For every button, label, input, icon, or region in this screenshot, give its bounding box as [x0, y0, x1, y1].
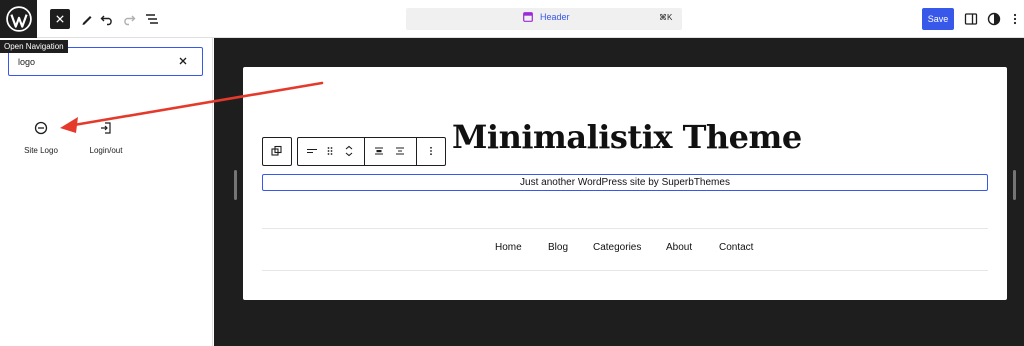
select-parent-button[interactable]: [270, 144, 284, 158]
toolbar-divider: [416, 138, 417, 165]
resize-handle-right[interactable]: [1013, 170, 1016, 200]
drag-handle-icon: [327, 147, 333, 155]
more-vertical-icon: [1013, 13, 1017, 25]
move-up-down-button[interactable]: [342, 144, 356, 158]
tools-button[interactable]: [78, 10, 96, 28]
block-item-login-out[interactable]: Login/out: [78, 114, 134, 158]
login-icon: [101, 122, 111, 134]
command-palette-label: Header: [540, 12, 570, 22]
pencil-icon: [82, 16, 92, 25]
nav-link-blog[interactable]: Blog: [548, 242, 568, 253]
undo-button[interactable]: [98, 10, 116, 28]
styles-button[interactable]: [985, 10, 1003, 28]
command-shortcut: ⌘K: [659, 13, 673, 22]
separator: [262, 270, 988, 271]
block-search-value: logo: [18, 57, 36, 67]
toolbar-divider: [364, 138, 365, 165]
more-vertical-icon: [430, 146, 432, 156]
undo-icon: [100, 15, 112, 26]
justify-center-icon: [375, 147, 383, 155]
block-inserter-panel: [0, 38, 213, 346]
align-center-icon: [396, 147, 404, 155]
nav-link-categories[interactable]: Categories: [593, 242, 641, 253]
editor-top-bar: Header ⌘K Save: [0, 0, 1024, 38]
settings-sidebar-button[interactable]: [962, 10, 980, 28]
save-button[interactable]: Save: [922, 8, 954, 30]
redo-icon: [124, 15, 136, 26]
block-options-button[interactable]: [424, 144, 438, 158]
align-text-button[interactable]: [393, 144, 407, 158]
open-navigation-tooltip: Open Navigation: [0, 40, 68, 53]
block-item-label: Site Logo: [24, 146, 58, 155]
redo-button[interactable]: [120, 10, 138, 28]
block-item-site-logo[interactable]: Site Logo: [13, 114, 69, 158]
nav-link-about[interactable]: About: [666, 242, 692, 253]
wordpress-logo-button[interactable]: [0, 0, 37, 38]
wordpress-icon: [5, 6, 32, 32]
clear-search-icon[interactable]: [178, 56, 188, 66]
align-left-icon: [307, 148, 317, 154]
site-tagline[interactable]: Just another WordPress site by SuperbThe…: [262, 177, 988, 188]
contrast-icon: [987, 12, 1001, 26]
close-icon: [56, 15, 64, 23]
close-inserter-button[interactable]: [50, 9, 70, 29]
site-title[interactable]: Minimalistix Theme: [452, 118, 802, 156]
justify-button[interactable]: [372, 144, 386, 158]
options-button[interactable]: [1010, 10, 1020, 28]
block-type-button[interactable]: [305, 144, 319, 158]
parent-block-icon: [271, 145, 282, 156]
resize-handle-left[interactable]: [234, 170, 237, 200]
nav-link-contact[interactable]: Contact: [719, 242, 753, 253]
site-logo-icon: [34, 121, 48, 135]
list-view-icon: [146, 14, 158, 24]
document-overview-button[interactable]: [143, 10, 161, 28]
drag-handle[interactable]: [323, 144, 337, 158]
block-item-label: Login/out: [89, 146, 123, 155]
nav-link-home[interactable]: Home: [495, 242, 522, 253]
sidebar-icon: [964, 13, 978, 25]
template-part-icon: [523, 12, 533, 22]
chevron-up-down-icon: [345, 145, 353, 157]
separator: [262, 228, 988, 229]
